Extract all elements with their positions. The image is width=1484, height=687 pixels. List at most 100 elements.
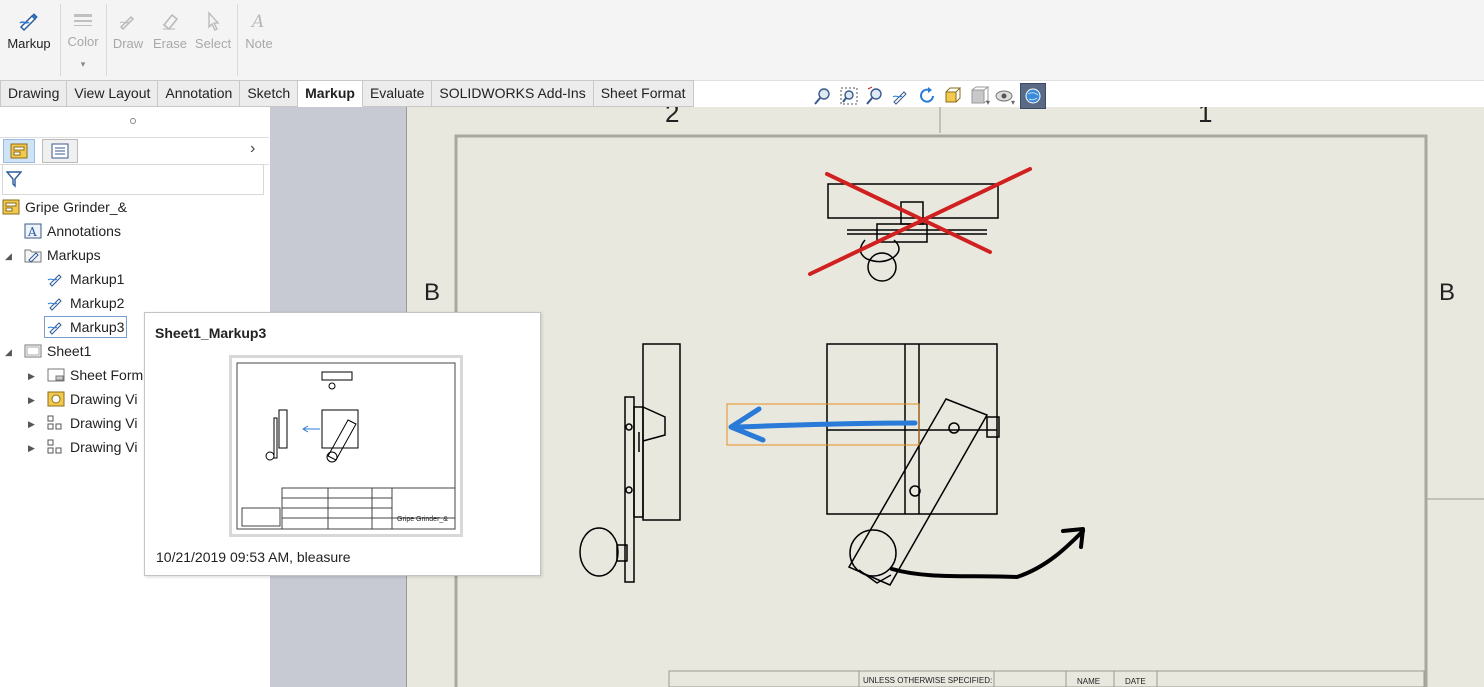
zone-label-b-left: B: [424, 279, 441, 306]
tree-item-markup2[interactable]: Markup2: [47, 292, 124, 314]
markups-folder-icon: [24, 249, 42, 263]
tree-item-label: Gripe Grinder_&: [25, 199, 127, 215]
title-block-unless: UNLESS OTHERWISE SPECIFIED:: [863, 676, 993, 685]
zoom-to-area-icon[interactable]: [838, 85, 860, 107]
svg-text:▾: ▾: [986, 98, 990, 107]
tree-item-label: Markup1: [70, 271, 125, 287]
command-manager-ribbon: Markup Color ▾ Draw Erase Select A Note: [0, 0, 1484, 81]
zone-label-b-right: B: [1439, 279, 1456, 306]
draw-button[interactable]: Draw: [109, 0, 147, 78]
svg-text:A: A: [27, 225, 37, 239]
title-block-date: DATE: [1125, 677, 1146, 686]
sheet-format-icon: [47, 368, 65, 382]
filter-box[interactable]: [2, 164, 264, 195]
feature-tree-icon: [10, 143, 28, 159]
3d-drawing-view-icon[interactable]: [942, 85, 964, 107]
note-label: Note: [245, 36, 273, 51]
tab-markup[interactable]: Markup: [298, 80, 363, 107]
cursor-arrow-icon: [200, 8, 226, 34]
zoom-to-fit-icon[interactable]: [812, 85, 834, 107]
view-settings-button[interactable]: [1020, 83, 1046, 109]
tree-item-label: Markup2: [70, 295, 125, 311]
markup-thumbnail: Gripe Grinder_&: [229, 355, 463, 537]
markup-view-icon[interactable]: [890, 85, 912, 107]
tree-item-root[interactable]: Gripe Grinder_&: [2, 196, 127, 218]
chevron-right-icon[interactable]: ›: [250, 140, 255, 158]
zone-label-1: 1: [1198, 107, 1213, 128]
expand-sheet1-icon[interactable]: ◢: [5, 347, 12, 358]
tree-item-markup3[interactable]: Markup3: [44, 316, 128, 338]
note-button[interactable]: A Note: [240, 0, 278, 78]
feature-manager-tab[interactable]: [3, 139, 35, 163]
color-button[interactable]: Color ▾: [63, 0, 103, 78]
tree-item-drawing-view-1[interactable]: Drawing Vi: [47, 388, 137, 410]
tab-view-layout[interactable]: View Layout: [67, 80, 159, 107]
filter-funnel-icon: [6, 171, 22, 188]
command-tabs: Drawing View Layout Annotation Sketch Ma…: [0, 80, 694, 107]
tab-annotation[interactable]: Annotation: [158, 80, 241, 107]
markup-pen-icon: [47, 298, 62, 311]
color-lines-icon: [70, 8, 96, 34]
panel-header: [0, 107, 269, 137]
hide-show-items-icon[interactable]: ▾: [994, 85, 1016, 107]
zone-label-2: 2: [665, 107, 680, 128]
ribbon-separator: [60, 4, 61, 76]
thumbnail-drawing: [236, 362, 456, 530]
svg-text:▾: ▾: [1011, 98, 1015, 107]
expand-sheet-format-icon[interactable]: ▶: [28, 371, 35, 382]
expand-markups-icon[interactable]: ◢: [5, 251, 12, 262]
tree-item-label: Drawing Vi: [70, 415, 138, 431]
tree-item-markups[interactable]: Markups: [24, 244, 101, 266]
side-view-drawing[interactable]: [579, 343, 681, 583]
eraser-icon: [157, 8, 183, 34]
tab-solidworks-add-ins[interactable]: SOLIDWORKS Add-Ins: [432, 80, 594, 107]
ribbon-separator: [237, 4, 238, 76]
tab-evaluate[interactable]: Evaluate: [362, 80, 433, 107]
select-label: Select: [194, 36, 232, 51]
color-label: Color: [67, 34, 99, 49]
color-dropdown-icon[interactable]: ▾: [81, 59, 86, 70]
tree-item-label: Drawing Vi: [70, 391, 138, 407]
expand-drawing-view-icon[interactable]: ▶: [28, 395, 35, 406]
tree-item-annotations[interactable]: A Annotations: [24, 220, 121, 242]
select-button[interactable]: Select: [193, 0, 233, 78]
thumbnail-caption: Gripe Grinder_&: [397, 516, 448, 523]
tree-item-markup1[interactable]: Markup1: [47, 268, 124, 290]
front-view-drawing[interactable]: [826, 343, 1000, 586]
drawing-view-icon: [47, 391, 65, 407]
ribbon-separator: [106, 4, 107, 76]
annotations-a-icon: A: [24, 223, 42, 239]
markup-pen-icon: [16, 8, 42, 34]
tree-item-label: Sheet1: [47, 343, 92, 359]
blue-arrow-markup[interactable]: [726, 403, 920, 446]
draw-pencil-icon: [115, 8, 141, 34]
display-style-icon[interactable]: ▾: [968, 85, 990, 107]
expand-drawing-view-icon[interactable]: ▶: [28, 419, 35, 430]
tree-item-label: Annotations: [47, 223, 121, 239]
markup-button[interactable]: Markup: [3, 0, 55, 78]
tree-item-drawing-view-2[interactable]: Drawing Vi: [47, 412, 137, 434]
tree-item-drawing-view-3[interactable]: Drawing Vi: [47, 436, 137, 458]
panel-splitter-handle[interactable]: [130, 118, 136, 124]
previous-view-icon[interactable]: [864, 85, 886, 107]
tree-item-sheet1[interactable]: Sheet1: [24, 340, 91, 362]
title-block: [668, 670, 1425, 687]
rotate-view-icon[interactable]: [916, 85, 938, 107]
expand-drawing-view-icon[interactable]: ▶: [28, 443, 35, 454]
tab-sketch[interactable]: Sketch: [240, 80, 299, 107]
erase-label: Erase: [153, 36, 187, 51]
markup-pen-icon: [47, 322, 62, 335]
tab-sheet-format[interactable]: Sheet Format: [593, 80, 694, 107]
tab-drawing[interactable]: Drawing: [0, 80, 68, 107]
draw-label: Draw: [112, 36, 144, 51]
erase-button[interactable]: Erase: [150, 0, 190, 78]
drawing-sheet[interactable]: 2 1 B B UNLESS OTHERWISE SPECIFIED: NAME…: [406, 107, 1484, 687]
tree-item-sheet-format[interactable]: Sheet Form: [47, 364, 143, 386]
black-arrow-markup[interactable]: [890, 527, 1085, 579]
tooltip-date: 10/21/2019 09:53 AM, bleasure: [156, 549, 351, 565]
property-manager-tab[interactable]: [42, 139, 78, 163]
drawing-document-icon: [2, 199, 20, 215]
markup-label: Markup: [7, 36, 51, 51]
heads-up-view-toolbar: ▾ ▾: [812, 83, 1046, 109]
projected-view-icon: [47, 439, 62, 454]
